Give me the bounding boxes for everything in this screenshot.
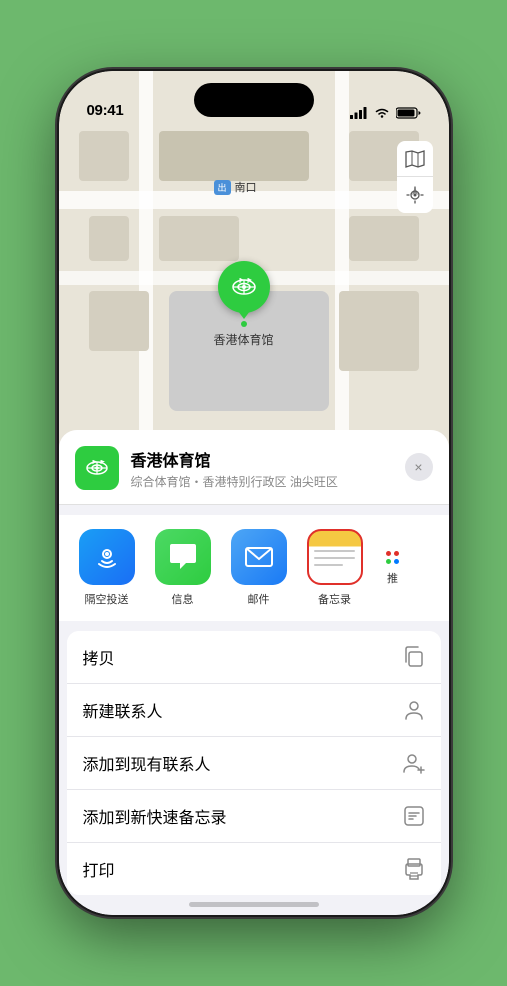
quick-note-label: 添加到新快速备忘录 — [83, 804, 227, 828]
location-name: 香港体育馆 — [131, 447, 433, 471]
notes-label: 备忘录 — [318, 591, 351, 607]
action-add-existing[interactable]: 添加到现有联系人 — [67, 737, 441, 790]
copy-icon — [403, 646, 425, 668]
copy-label: 拷贝 — [83, 645, 115, 669]
more-dots-container — [386, 551, 399, 564]
note-line — [314, 564, 343, 566]
print-icon — [403, 858, 425, 880]
battery-icon — [396, 107, 421, 119]
status-icons — [350, 107, 421, 119]
note-line — [314, 550, 356, 552]
location-app-icon — [75, 446, 119, 490]
dot-green — [386, 559, 391, 564]
location-header: 香港体育馆 综合体育馆・香港特别行政区 油尖旺区 × — [59, 430, 449, 505]
person-icon — [403, 699, 425, 721]
action-new-contact[interactable]: 新建联系人 — [67, 684, 441, 737]
wifi-icon — [374, 107, 390, 119]
messages-label: 信息 — [172, 591, 194, 607]
dot-blue — [394, 559, 399, 564]
entrance-tag: 出 — [214, 180, 231, 195]
pin-circle — [218, 261, 270, 313]
airdrop-label: 隔空投送 — [85, 591, 129, 607]
share-item-mail[interactable]: 邮件 — [227, 529, 291, 607]
dot-red — [386, 551, 391, 556]
phone-frame: 09:41 — [59, 71, 449, 915]
map-block — [89, 291, 149, 351]
share-item-more[interactable]: 推 — [379, 551, 407, 586]
pin-dot — [241, 321, 247, 327]
phone-screen: 09:41 — [59, 71, 449, 915]
more-label: 推 — [387, 570, 398, 586]
close-icon: × — [414, 460, 422, 474]
map-type-icon — [405, 150, 425, 168]
note-add-icon — [403, 805, 425, 827]
location-subtitle: 综合体育馆・香港特别行政区 油尖旺区 — [131, 473, 433, 490]
notes-icon — [307, 529, 363, 585]
dynamic-island — [194, 83, 314, 117]
stadium-pin[interactable]: 香港体育馆 — [214, 261, 274, 348]
location-icon — [406, 186, 424, 204]
action-list: 拷贝 新建联系人 添加到现有联系人 — [67, 631, 441, 895]
mail-svg — [244, 545, 274, 569]
entrance-label: 南口 — [235, 179, 257, 195]
stadium-icon — [230, 273, 258, 301]
share-item-messages[interactable]: 信息 — [151, 529, 215, 607]
airdrop-svg — [92, 542, 122, 572]
map-block — [159, 216, 239, 261]
map-block — [349, 216, 419, 261]
share-item-airdrop[interactable]: 隔空投送 — [75, 529, 139, 607]
pin-label: 香港体育馆 — [214, 331, 274, 348]
notes-lines — [314, 550, 356, 566]
action-quick-note[interactable]: 添加到新快速备忘录 — [67, 790, 441, 843]
more-dot-row1 — [386, 551, 399, 556]
share-actions-row: 隔空投送 信息 — [59, 515, 449, 621]
messages-icon — [155, 529, 211, 585]
map-block — [159, 131, 309, 181]
action-copy[interactable]: 拷贝 — [67, 631, 441, 684]
bottom-sheet: 香港体育馆 综合体育馆・香港特别行政区 油尖旺区 × — [59, 430, 449, 915]
close-button[interactable]: × — [405, 453, 433, 481]
person-add-icon — [403, 752, 425, 774]
map-block — [79, 131, 129, 181]
messages-svg — [168, 543, 198, 571]
map-south-entrance: 出 南口 — [214, 179, 257, 195]
new-contact-label: 新建联系人 — [83, 698, 163, 722]
home-indicator — [189, 902, 319, 907]
map-type-button[interactable] — [397, 141, 433, 177]
map-block — [339, 291, 419, 371]
dot-red2 — [394, 551, 399, 556]
signal-icon — [350, 107, 368, 119]
more-dot-row2 — [386, 559, 399, 564]
mail-icon — [231, 529, 287, 585]
stadium-header-icon — [84, 455, 110, 481]
note-line — [314, 557, 356, 559]
add-existing-label: 添加到现有联系人 — [83, 751, 211, 775]
share-item-notes[interactable]: 备忘录 — [303, 529, 367, 607]
status-time: 09:41 — [87, 102, 124, 119]
action-print[interactable]: 打印 — [67, 843, 441, 895]
mail-label: 邮件 — [248, 591, 270, 607]
location-info: 香港体育馆 综合体育馆・香港特别行政区 油尖旺区 — [131, 447, 433, 490]
map-area[interactable]: 出 南口 — [59, 71, 449, 491]
map-controls — [397, 141, 433, 213]
map-block — [89, 216, 129, 261]
airdrop-icon — [79, 529, 135, 585]
print-label: 打印 — [83, 857, 115, 881]
location-button[interactable] — [397, 177, 433, 213]
